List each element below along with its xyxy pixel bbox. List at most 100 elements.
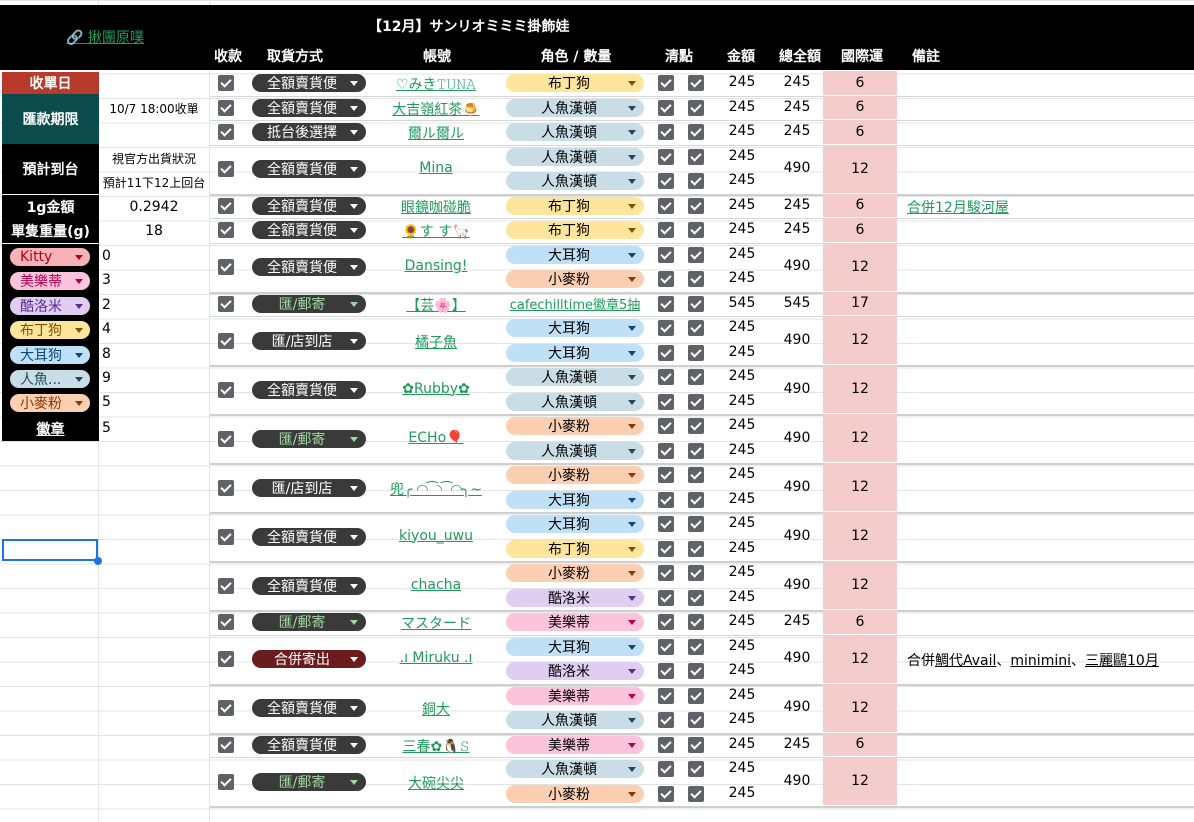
account-link[interactable]: 【芸🌸】 xyxy=(376,295,496,315)
account-link[interactable]: 兜╭ ◜◝ ͡ ◝ ͡ ◜◝╮~ xyxy=(376,479,496,499)
character-chip[interactable]: 布丁狗 xyxy=(10,321,90,340)
role-dropdown[interactable]: 小麥粉 xyxy=(506,270,644,289)
role-dropdown[interactable]: 人魚漢頓 xyxy=(506,98,644,117)
paid-checkbox[interactable] xyxy=(218,614,234,631)
paid-checkbox[interactable] xyxy=(218,528,234,545)
pickup-method-dropdown[interactable]: 全額賣貨便 xyxy=(252,98,366,117)
role-dropdown[interactable]: 美樂蒂 xyxy=(506,686,644,705)
count-checkbox[interactable] xyxy=(688,589,704,606)
pickup-method-dropdown[interactable]: 全額賣貨便 xyxy=(252,380,366,399)
paid-checkbox[interactable] xyxy=(218,124,234,141)
account-link[interactable]: 大碗尖尖 xyxy=(376,773,496,793)
count-checkbox[interactable] xyxy=(688,75,704,92)
paid-checkbox[interactable] xyxy=(218,736,234,753)
account-link[interactable]: マスタード xyxy=(376,613,496,633)
selected-cell[interactable] xyxy=(2,539,98,561)
role-dropdown[interactable]: 布丁狗 xyxy=(506,539,644,558)
count-checkbox[interactable] xyxy=(658,197,674,214)
count-checkbox[interactable] xyxy=(688,295,704,312)
paid-checkbox[interactable] xyxy=(218,259,234,275)
role-dropdown[interactable]: 人魚漢頓 xyxy=(506,147,644,166)
note-part[interactable]: 鯛代Avail xyxy=(935,653,996,669)
paid-checkbox[interactable] xyxy=(218,99,234,116)
account-link[interactable]: ♡みき𝚃𝚄𝙽𝙰 xyxy=(376,74,496,94)
role-dropdown[interactable]: 酷洛米 xyxy=(506,662,644,681)
pickup-method-dropdown[interactable]: 全額賣貨便 xyxy=(252,735,366,754)
account-link[interactable]: 爾ル爾ル xyxy=(376,123,496,143)
role-dropdown[interactable]: 大耳狗 xyxy=(506,245,644,264)
count-checkbox[interactable] xyxy=(658,467,674,484)
original-post-link[interactable]: 🔗 揪團原噗 xyxy=(66,27,144,47)
count-checkbox[interactable] xyxy=(658,638,674,655)
count-checkbox[interactable] xyxy=(688,712,704,729)
paid-checkbox[interactable] xyxy=(218,773,234,790)
character-chip[interactable]: 美樂蒂 xyxy=(10,272,90,291)
count-checkbox[interactable] xyxy=(658,99,674,116)
pickup-method-dropdown[interactable]: 匯/郵寄 xyxy=(252,772,366,791)
count-checkbox[interactable] xyxy=(688,320,704,337)
count-checkbox[interactable] xyxy=(688,271,704,288)
count-checkbox[interactable] xyxy=(688,246,704,263)
count-checkbox[interactable] xyxy=(658,736,674,753)
count-checkbox[interactable] xyxy=(688,761,704,778)
role-dropdown[interactable]: 酷洛米 xyxy=(506,588,644,607)
role-dropdown[interactable]: 人魚漢頓 xyxy=(506,711,644,730)
role-dropdown[interactable]: 大耳狗 xyxy=(506,637,644,656)
count-checkbox[interactable] xyxy=(688,124,704,141)
account-link[interactable]: .ı Miruku .ı xyxy=(376,650,496,666)
count-checkbox[interactable] xyxy=(658,271,674,288)
pickup-method-dropdown[interactable]: 全額賣貨便 xyxy=(252,527,366,546)
count-checkbox[interactable] xyxy=(688,540,704,557)
count-checkbox[interactable] xyxy=(658,246,674,263)
account-link[interactable]: 眼鏡咖碰脆 xyxy=(376,197,496,217)
character-chip[interactable]: 酷洛米 xyxy=(10,296,90,315)
count-checkbox[interactable] xyxy=(688,99,704,116)
order-note[interactable]: 合併12月駿河屋 xyxy=(907,197,1009,217)
role-dropdown[interactable]: 美樂蒂 xyxy=(506,613,644,632)
account-link[interactable]: 三春✿🐧𝚂 xyxy=(376,736,496,756)
role-dropdown[interactable]: 大耳狗 xyxy=(506,490,644,509)
count-checkbox[interactable] xyxy=(658,418,674,435)
role-dropdown[interactable]: cafechilltime徽章5抽 xyxy=(500,294,650,313)
pickup-method-dropdown[interactable]: 匯/郵寄 xyxy=(252,294,366,313)
count-checkbox[interactable] xyxy=(658,173,674,190)
role-dropdown[interactable]: 布丁狗 xyxy=(506,221,644,240)
count-checkbox[interactable] xyxy=(688,148,704,165)
character-chip[interactable]: 小麥粉 xyxy=(10,394,90,413)
account-link[interactable]: 大吉嶺紅茶🍮 xyxy=(376,99,496,119)
account-link[interactable]: 橘子魚 xyxy=(376,332,496,352)
pickup-method-dropdown[interactable]: 匯/店到店 xyxy=(252,478,366,497)
paid-checkbox[interactable] xyxy=(218,651,234,667)
pickup-method-dropdown[interactable]: 全額賣貨便 xyxy=(252,160,366,178)
role-dropdown[interactable]: 布丁狗 xyxy=(506,74,644,93)
count-checkbox[interactable] xyxy=(658,148,674,165)
count-checkbox[interactable] xyxy=(688,222,704,239)
character-chip[interactable]: 大耳狗 xyxy=(10,345,90,364)
role-dropdown[interactable]: 小麥粉 xyxy=(506,466,644,485)
count-checkbox[interactable] xyxy=(688,638,704,655)
count-checkbox[interactable] xyxy=(658,222,674,239)
count-checkbox[interactable] xyxy=(688,516,704,533)
count-checkbox[interactable] xyxy=(658,712,674,729)
count-checkbox[interactable] xyxy=(658,516,674,533)
paid-checkbox[interactable] xyxy=(218,75,234,92)
count-checkbox[interactable] xyxy=(658,663,674,680)
count-checkbox[interactable] xyxy=(688,344,704,361)
account-link[interactable]: Dansing! xyxy=(376,258,496,274)
note-part[interactable]: 三麗鷗10月 xyxy=(1085,653,1159,669)
role-dropdown[interactable]: 大耳狗 xyxy=(506,343,644,362)
paid-checkbox[interactable] xyxy=(218,197,234,214)
pickup-method-dropdown[interactable]: 匯/郵寄 xyxy=(252,429,366,448)
role-dropdown[interactable]: 人魚漢頓 xyxy=(506,172,644,191)
account-link[interactable]: 🌻す す🦙 xyxy=(376,221,496,241)
count-checkbox[interactable] xyxy=(658,589,674,606)
count-checkbox[interactable] xyxy=(688,785,704,802)
paid-checkbox[interactable] xyxy=(218,479,234,496)
count-checkbox[interactable] xyxy=(688,663,704,680)
role-dropdown[interactable]: 人魚漢頓 xyxy=(506,392,644,411)
count-checkbox[interactable] xyxy=(658,369,674,386)
count-checkbox[interactable] xyxy=(688,467,704,484)
paid-checkbox[interactable] xyxy=(218,332,234,349)
count-checkbox[interactable] xyxy=(658,687,674,704)
count-checkbox[interactable] xyxy=(688,442,704,459)
